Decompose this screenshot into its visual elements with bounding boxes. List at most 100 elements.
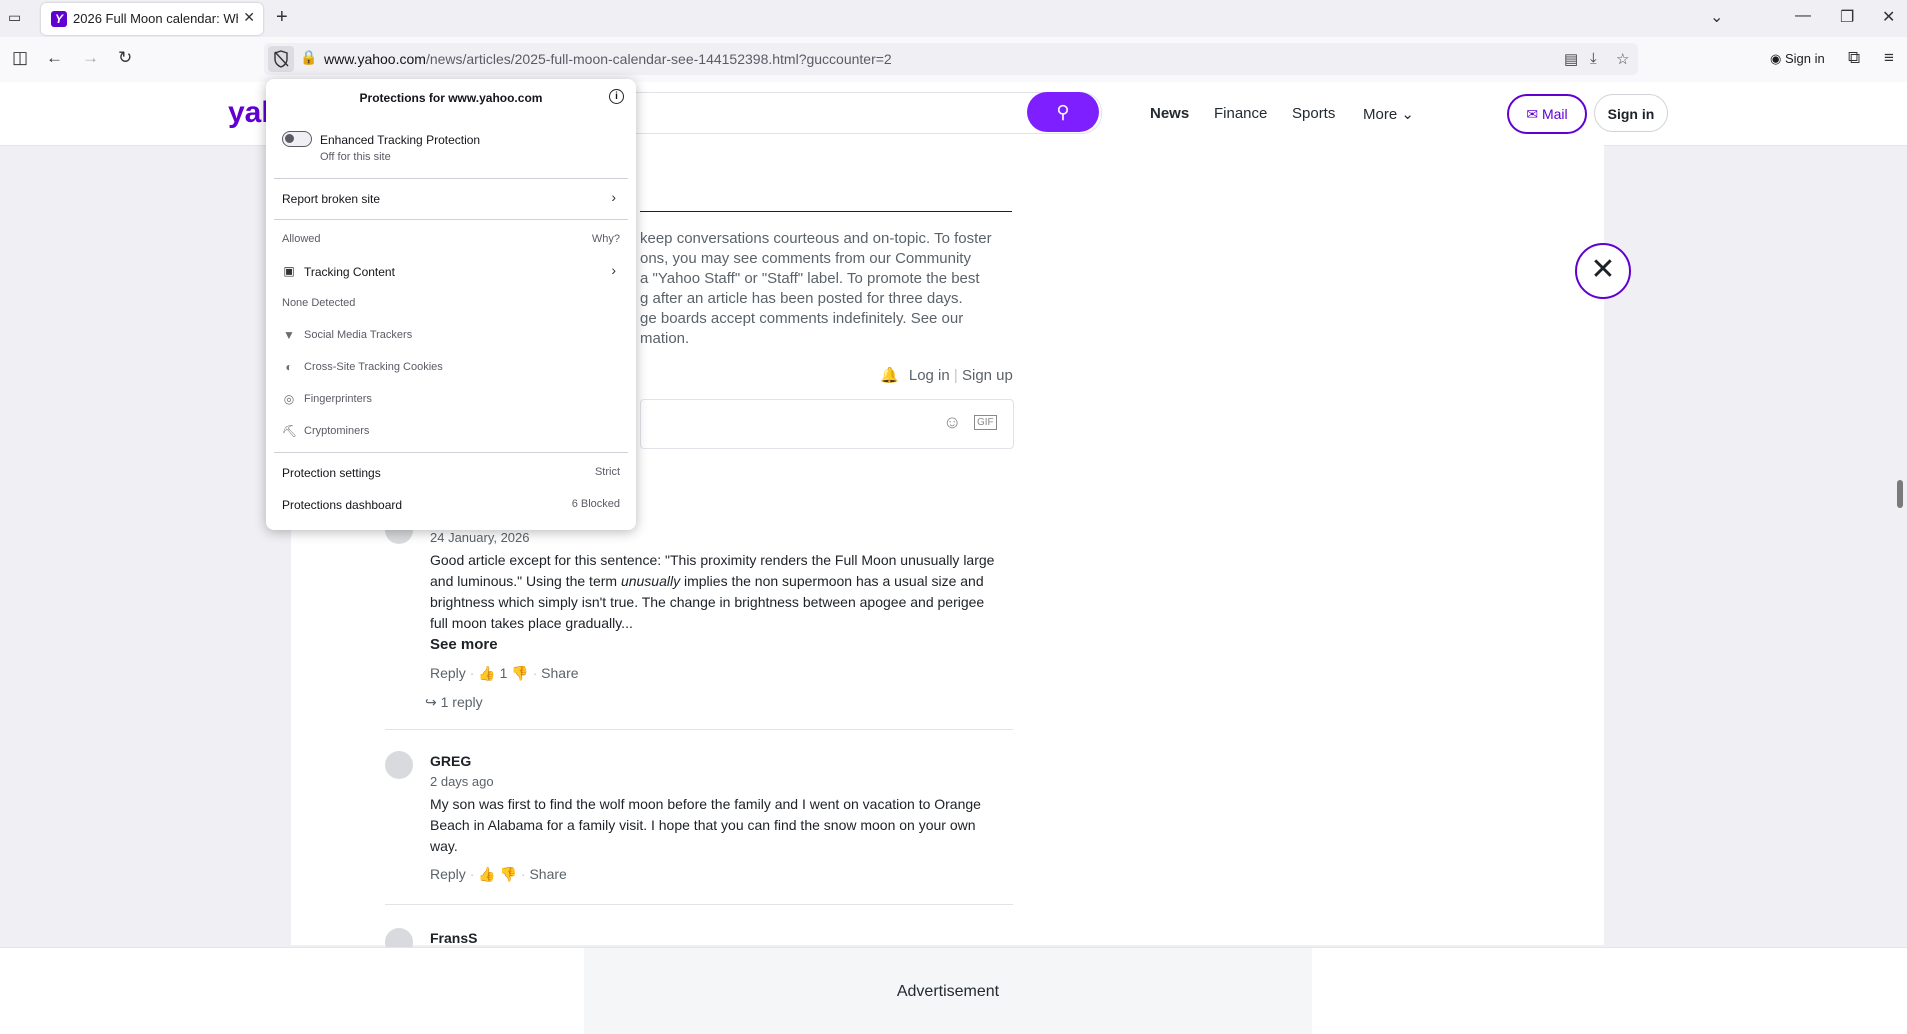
divider bbox=[274, 219, 628, 220]
bell-icon[interactable]: 🔔 bbox=[880, 367, 899, 384]
see-more-link[interactable]: See more bbox=[430, 636, 498, 653]
reload-icon[interactable]: ↻ bbox=[118, 48, 132, 68]
protections-panel: Protections for www.yahoo.com i Enhanced… bbox=[266, 79, 636, 530]
yahoo-favicon-icon: Y bbox=[51, 11, 67, 27]
account-icon: ◉ bbox=[1770, 51, 1782, 66]
replies-link[interactable]: ↪ 1 reply bbox=[425, 694, 483, 711]
divider bbox=[274, 178, 628, 179]
mail-button[interactable]: ✉ Mail bbox=[1507, 94, 1587, 134]
cookie-icon: ◐ bbox=[285, 360, 293, 374]
comment-separator bbox=[385, 729, 1013, 730]
comment-separator bbox=[385, 904, 1013, 905]
ad-slot[interactable]: Advertisement bbox=[584, 948, 1312, 1034]
tab-title: 2026 Full Moon calendar: When bbox=[73, 11, 238, 26]
menu-icon[interactable]: ≡ bbox=[1884, 48, 1894, 68]
cross-site-cookies-item[interactable]: Cross-Site Tracking Cookies bbox=[304, 361, 443, 373]
lock-icon[interactable]: 🔒 bbox=[300, 49, 317, 66]
report-broken-site[interactable]: Report broken site bbox=[282, 192, 380, 206]
close-icon: ✕ bbox=[1590, 253, 1616, 286]
login-link[interactable]: Log in bbox=[909, 367, 950, 384]
comment-author[interactable]: GREG bbox=[430, 753, 471, 769]
tracking-shield-icon[interactable] bbox=[268, 46, 294, 72]
restore-icon[interactable]: ❐ bbox=[1840, 7, 1854, 27]
thumbs-down-icon[interactable]: 👎 bbox=[511, 665, 528, 681]
sidebar-icon[interactable]: ◫ bbox=[12, 48, 28, 68]
chevron-right-icon[interactable]: › bbox=[611, 262, 616, 278]
emoji-icon[interactable]: ☺ bbox=[943, 412, 961, 433]
comment-author[interactable]: FransS bbox=[430, 930, 477, 946]
tab-yahoo[interactable]: Y 2026 Full Moon calendar: When ✕ bbox=[41, 3, 263, 35]
tab-list-icon[interactable]: ▭ bbox=[8, 9, 21, 26]
nav-finance[interactable]: Finance bbox=[1214, 105, 1267, 122]
comment-date: 2 days ago bbox=[430, 774, 494, 789]
reply-button[interactable]: Reply bbox=[430, 665, 466, 681]
share-button[interactable]: Share bbox=[529, 866, 566, 882]
reply-button[interactable]: Reply bbox=[430, 866, 466, 882]
search-button[interactable]: ⚲ bbox=[1027, 92, 1099, 132]
panel-title: Protections for www.yahoo.com bbox=[359, 91, 543, 105]
reader-view-icon[interactable]: ▤ bbox=[1564, 50, 1578, 68]
minimize-icon[interactable]: — bbox=[1795, 7, 1811, 25]
allowed-header: Allowed bbox=[282, 233, 321, 245]
thumbs-down-icon[interactable]: 👎 bbox=[500, 866, 517, 882]
gif-icon[interactable]: GIF bbox=[974, 415, 997, 430]
comment-composer[interactable]: ☺ GIF bbox=[640, 399, 1014, 449]
thumbs-up-icon[interactable]: 👍 bbox=[478, 665, 495, 681]
account-signin-button[interactable]: ◉ Sign in bbox=[1762, 45, 1840, 73]
window-close-icon[interactable]: ✕ bbox=[1882, 7, 1895, 27]
comment-item: GREG 2 days ago My son was first to find… bbox=[385, 751, 1013, 901]
like-count: 1 bbox=[499, 665, 508, 681]
comment-actions: Reply · 👍 1 👎 · Share bbox=[430, 665, 579, 681]
nav-sports[interactable]: Sports bbox=[1292, 105, 1335, 122]
back-icon[interactable]: ← bbox=[46, 48, 63, 68]
tab-bar: ▭ Y 2026 Full Moon calendar: When ✕ + ⌄ … bbox=[0, 0, 1907, 37]
new-tab-icon[interactable]: + bbox=[276, 6, 288, 29]
extensions-icon[interactable]: ⧉ bbox=[1848, 48, 1860, 68]
pickaxe-icon: ⛏ bbox=[282, 424, 298, 438]
protection-settings-link[interactable]: Protection settings bbox=[282, 466, 381, 480]
etp-status: Off for this site bbox=[320, 151, 391, 163]
chevron-down-icon: ⌄ bbox=[1401, 106, 1414, 123]
close-comments-button[interactable]: ✕ bbox=[1575, 243, 1631, 299]
info-icon[interactable]: i bbox=[609, 89, 624, 104]
thumbs-up-icon[interactable]: 👍 bbox=[478, 866, 495, 882]
nav-more[interactable]: More ⌄ bbox=[1363, 105, 1414, 123]
thumbs-down-icon: ▼ bbox=[283, 328, 295, 342]
avatar bbox=[385, 928, 413, 948]
signup-link[interactable]: Sign up bbox=[962, 367, 1013, 384]
nav-news[interactable]: News bbox=[1150, 105, 1189, 122]
mail-icon: ✉ bbox=[1526, 106, 1539, 122]
close-tab-icon[interactable]: ✕ bbox=[243, 9, 255, 26]
bookmark-star-icon[interactable]: ☆ bbox=[1616, 50, 1629, 68]
save-to-pocket-icon[interactable]: ⤓ bbox=[1590, 50, 1597, 67]
avatar bbox=[385, 751, 413, 779]
etp-toggle[interactable] bbox=[282, 131, 312, 147]
tracking-content-item[interactable]: Tracking Content bbox=[304, 265, 395, 279]
comment-actions: Reply · 👍 👎 · Share bbox=[430, 866, 567, 882]
comment-body: Good article except for this sentence: "… bbox=[430, 552, 995, 631]
fingerprinters-item[interactable]: Fingerprinters bbox=[304, 393, 372, 405]
url-text[interactable]: www.yahoo.com/news/articles/2025-full-mo… bbox=[324, 51, 892, 67]
social-media-trackers-item[interactable]: Social Media Trackers bbox=[304, 329, 412, 341]
image-icon: ▣ bbox=[283, 264, 295, 278]
divider bbox=[274, 452, 628, 453]
scrollbar-thumb[interactable] bbox=[1897, 480, 1903, 508]
list-all-tabs-icon[interactable]: ⌄ bbox=[1710, 7, 1723, 27]
search-icon: ⚲ bbox=[1056, 102, 1070, 122]
etp-label: Enhanced Tracking Protection bbox=[320, 133, 481, 147]
share-button[interactable]: Share bbox=[541, 665, 578, 681]
cryptominers-item[interactable]: Cryptominers bbox=[304, 425, 369, 437]
url-bar[interactable]: 🔒 www.yahoo.com/news/articles/2025-full-… bbox=[264, 43, 1638, 75]
protections-dashboard-link[interactable]: Protections dashboard bbox=[282, 498, 402, 512]
reply-arrow-icon: ↪ bbox=[425, 694, 437, 710]
navigation-bar: ◫ ← → ↻ 🔒 www.yahoo.com/news/articles/20… bbox=[0, 37, 1907, 83]
chevron-right-icon[interactable]: › bbox=[611, 189, 616, 205]
why-link[interactable]: Why? bbox=[592, 233, 620, 245]
forward-icon[interactable]: → bbox=[82, 48, 99, 68]
login-row: 🔔 Log in | Sign up bbox=[880, 367, 1013, 384]
comment-item: 24 January, 2026 Good article except for… bbox=[385, 516, 1013, 720]
yahoo-signin-button[interactable]: Sign in bbox=[1594, 94, 1668, 132]
blocked-count: 6 Blocked bbox=[571, 498, 620, 510]
comment-item: FransS bbox=[385, 928, 1013, 948]
section-divider bbox=[640, 211, 1012, 212]
